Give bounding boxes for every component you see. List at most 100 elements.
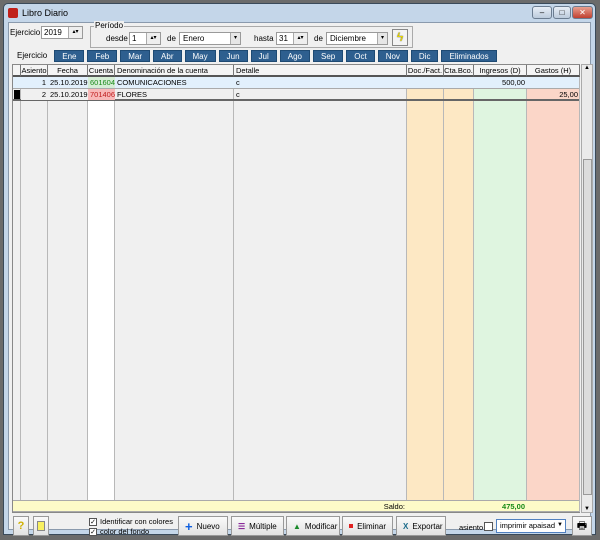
cell-asiento: 2: [21, 89, 48, 100]
cell-detalle: c: [236, 90, 240, 99]
note-icon: [37, 521, 45, 531]
print-mode-select[interactable]: imprimir apaisado ▼: [496, 519, 566, 533]
close-button[interactable]: ✕: [572, 6, 593, 19]
checkbox-checked-icon[interactable]: ✓: [89, 518, 97, 527]
color-fondo-label: color del fondo: [100, 527, 150, 536]
libro-diario-window: Libro Diario – □ ✕ Ejercicio: 2019 ▴▾ Per…: [3, 3, 596, 537]
scroll-up-icon[interactable]: ▲: [582, 65, 592, 71]
maximize-button[interactable]: □: [553, 6, 571, 19]
cell-detalle: c: [236, 78, 240, 87]
modificar-label: Modificar: [304, 521, 338, 531]
eliminar-label: Eliminar: [357, 521, 386, 531]
hasta-month-select[interactable]: Diciembre ▾: [326, 32, 388, 45]
row-selector-icon: [14, 90, 20, 99]
tab-may[interactable]: May: [184, 50, 216, 62]
tab-feb[interactable]: Feb: [87, 50, 118, 62]
excel-icon: X: [403, 521, 409, 531]
saldo-label: Saldo:: [383, 502, 405, 511]
tab-sep[interactable]: Sep: [313, 50, 344, 62]
header-asiento[interactable]: Asiento: [21, 65, 48, 77]
periodo-label: Período: [94, 21, 125, 30]
cell-ingresos: 500,00: [502, 78, 525, 87]
title-bar: Libro Diario: [4, 4, 595, 22]
hasta-day-spinner[interactable]: 31 ▴▾: [276, 32, 308, 45]
tab-jul[interactable]: Jul: [250, 50, 277, 62]
table-row[interactable]: 1 25.10.2019 601604 COMUNICACIONES c 500…: [13, 77, 579, 89]
multiple-button[interactable]: ☰ Múltiple: [231, 516, 284, 536]
notes-button[interactable]: [33, 516, 49, 536]
cell-fecha: 25.10.2019: [48, 89, 88, 100]
desde-month-select[interactable]: Enero ▾: [179, 32, 241, 45]
header-cuenta[interactable]: Cuenta: [88, 65, 115, 77]
periodo-group: Período desde 1 ▴▾ de Enero ▾ hasta 31 ▴▾ d…: [90, 21, 413, 48]
printer-icon: 🖶: [576, 519, 588, 532]
spin-arrows-icon[interactable]: ▴▾: [146, 33, 160, 44]
de-label: de: [167, 34, 176, 43]
journal-grid[interactable]: Asiento Fecha Cuenta Denominación de la …: [12, 64, 580, 513]
tab-ejercicio[interactable]: Ejercicio: [13, 50, 52, 62]
modificar-button[interactable]: ▲ Modificar: [286, 516, 340, 536]
dropdown-arrow-icon[interactable]: ▾: [230, 33, 240, 44]
cell-fecha: 25.10.2019: [50, 78, 88, 87]
header-fecha[interactable]: Fecha: [48, 65, 88, 77]
help-button[interactable]: ?: [13, 516, 29, 536]
header-cta-bco[interactable]: Cta.Bco.: [444, 65, 474, 77]
spin-arrows-icon[interactable]: ▴▾: [68, 27, 82, 38]
tab-eliminados[interactable]: Eliminados: [441, 50, 497, 62]
question-icon: ?: [17, 520, 25, 532]
header-ingresos[interactable]: Ingresos (D): [474, 65, 527, 77]
month-tabs: Ejercicio Ene Feb Mar Abr May Jun Jul Ag…: [13, 50, 497, 62]
table-row[interactable]: 2 25.10.2019 701406 FLORES c 25,00: [13, 89, 579, 101]
header-detalle[interactable]: Detalle: [234, 65, 407, 77]
de-label-2: de: [314, 34, 323, 43]
print-button[interactable]: 🖶: [572, 516, 592, 536]
exportar-button[interactable]: X Exportar: [396, 516, 446, 536]
spin-arrows-icon[interactable]: ▴▾: [293, 33, 307, 44]
header-denominacion[interactable]: Denominación de la cuenta: [115, 65, 234, 77]
tab-dic[interactable]: Dic: [410, 50, 439, 62]
tab-ago[interactable]: Ago: [279, 50, 310, 62]
header-gastos[interactable]: Gastos (H): [527, 65, 580, 77]
identificar-checkbox[interactable]: ✓ Identificar con colores: [89, 517, 173, 527]
scroll-down-icon[interactable]: ▼: [582, 506, 592, 512]
lightning-refresh-button[interactable]: ϟ: [392, 29, 408, 46]
tab-mar[interactable]: Mar: [120, 50, 151, 62]
exportar-label: Exportar: [412, 521, 443, 531]
desde-day-value: 1: [132, 34, 137, 43]
color-fondo-checkbox[interactable]: ✓ color del fondo: [89, 527, 150, 537]
triangle-icon: ▲: [293, 521, 301, 531]
tab-jun[interactable]: Jun: [218, 50, 248, 62]
cell-cuenta: 601604: [88, 77, 115, 88]
cell-asiento: 1: [41, 78, 46, 87]
cell-denominacion: COMUNICACIONES: [117, 78, 187, 87]
tab-oct[interactable]: Oct: [346, 50, 375, 62]
scroll-thumb[interactable]: [583, 159, 592, 495]
plus-icon: +: [185, 518, 193, 534]
saldo-value: 475,00: [502, 502, 525, 511]
hasta-month-value: Diciembre: [330, 34, 367, 43]
asiento-checkbox[interactable]: [484, 522, 493, 531]
tab-abr[interactable]: Abr: [153, 50, 182, 62]
ejercicio-spinner[interactable]: 2019 ▴▾: [41, 26, 83, 39]
desde-day-spinner[interactable]: 1 ▴▾: [129, 32, 161, 45]
multiple-icon: ☰: [238, 521, 246, 531]
dropdown-arrow-icon[interactable]: ▼: [555, 520, 565, 531]
tab-ene[interactable]: Ene: [54, 50, 85, 62]
eliminar-button[interactable]: Eliminar: [342, 516, 393, 536]
minus-icon: [349, 524, 354, 528]
print-mode-value: imprimir apaisado: [500, 521, 560, 530]
dropdown-arrow-icon[interactable]: ▾: [377, 33, 387, 44]
app-icon: [8, 8, 18, 18]
multiple-label: Múltiple: [249, 521, 277, 531]
checkbox-checked-icon[interactable]: ✓: [89, 528, 97, 537]
tab-nov[interactable]: Nov: [377, 50, 408, 62]
cell-cuenta: 701406: [88, 89, 115, 100]
nuevo-button[interactable]: + Nuevo: [178, 516, 228, 536]
window-title: Libro Diario: [22, 8, 69, 18]
minimize-button[interactable]: –: [532, 6, 552, 19]
vertical-scrollbar[interactable]: ▲ ▼: [581, 64, 593, 513]
nuevo-label: Nuevo: [196, 521, 220, 531]
cell-gastos: 25,00: [559, 90, 578, 99]
header-doc-fact[interactable]: Doc./Fact.: [407, 65, 444, 77]
asiento-label: asiento: [459, 523, 484, 532]
